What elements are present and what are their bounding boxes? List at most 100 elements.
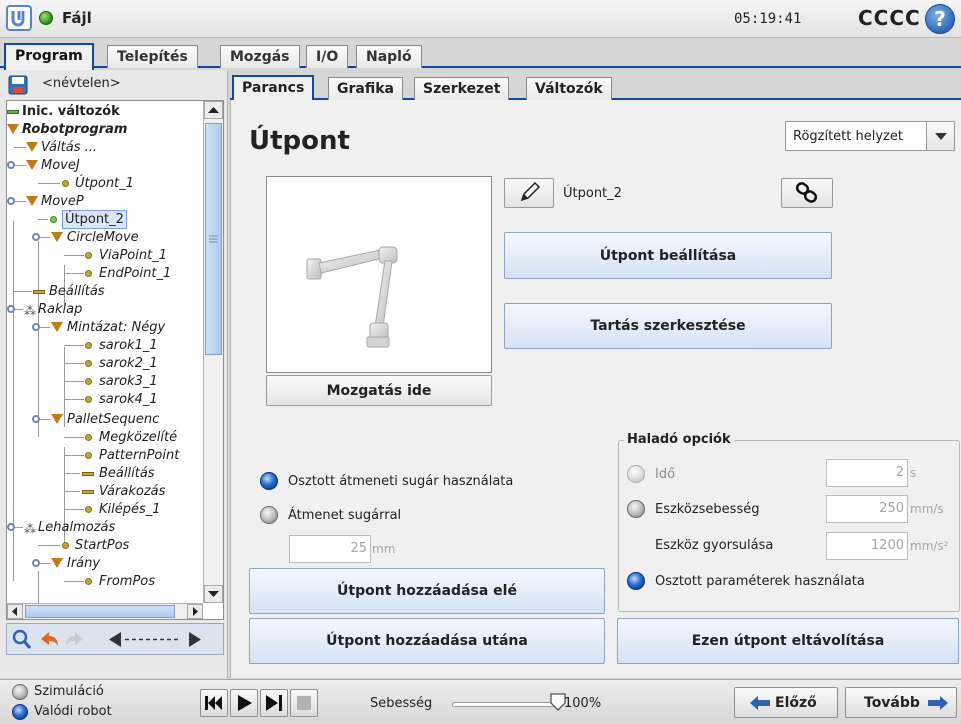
previous-button[interactable]: Előző (734, 687, 838, 718)
tree-item-set[interactable]: Beállítás (7, 283, 197, 301)
tree-item-switch[interactable]: Váltás ... (7, 139, 197, 157)
tree-item-wait[interactable]: Várakozás (7, 483, 197, 501)
tree-item-pallet-sequence[interactable]: PalletSequenc (7, 411, 197, 429)
move-pin-icon (7, 161, 15, 169)
blend-radius-input[interactable]: 25 (289, 535, 371, 563)
program-tree[interactable]: Inic. változók Robotprogram Váltás ... M… (6, 100, 224, 620)
waypoint-icon (85, 342, 92, 349)
tool-accel-input[interactable]: 1200 (826, 532, 908, 560)
rename-button[interactable] (504, 178, 554, 208)
move-here-button[interactable]: Mozgatás ide (266, 375, 492, 406)
scroll-left-icon[interactable] (7, 604, 23, 619)
set-waypoint-button[interactable]: Útpont beállítása (504, 232, 832, 279)
speed-slider[interactable] (452, 702, 558, 707)
scroll-thumb[interactable] (25, 605, 175, 618)
tree-item-exit[interactable]: Kilépés_1 (7, 501, 197, 519)
scroll-right-icon[interactable] (187, 604, 203, 619)
tree-item-set-2[interactable]: Beállítás (7, 465, 197, 483)
tab-structure[interactable]: Szerkezet (414, 77, 510, 100)
scroll-up-icon[interactable] (204, 101, 223, 119)
real-robot-radio[interactable] (12, 704, 28, 720)
pencil-icon (520, 181, 541, 202)
undo-icon[interactable] (37, 627, 61, 652)
play-button[interactable] (230, 689, 258, 717)
time-label: Idő (655, 467, 676, 482)
scroll-down-icon[interactable] (204, 585, 223, 603)
position-type-value: Rögzített helyzet (793, 129, 903, 144)
set-icon (82, 472, 94, 476)
time-radio[interactable] (627, 465, 645, 483)
tree-item-corner-1[interactable]: sarok1_1 (7, 337, 197, 355)
tree-item-endpoint-1[interactable]: EndPoint_1 (7, 265, 197, 283)
search-icon[interactable] (11, 627, 33, 652)
scroll-thumb[interactable] (205, 123, 222, 355)
chevron-down-icon[interactable] (926, 122, 954, 150)
folder-triangle-icon (51, 558, 63, 568)
link-button[interactable] (781, 178, 833, 208)
remove-waypoint-button[interactable]: Ezen útpont eltávolítása (617, 618, 959, 664)
tree-item-corner-2[interactable]: sarok2_1 (7, 355, 197, 373)
tree-item-approach[interactable]: Megközelíté (7, 429, 197, 447)
step-icon (266, 695, 282, 711)
stop-button[interactable] (290, 689, 318, 717)
tree-item-robot-program[interactable]: Robotprogram (7, 121, 197, 139)
add-before-button[interactable]: Útpont hozzáadása elé (249, 568, 605, 614)
blend-radius-unit: mm (372, 542, 396, 556)
edit-hold-button[interactable]: Tartás szerkesztése (504, 303, 832, 349)
tree-item-start-pos[interactable]: StartPos (7, 537, 197, 555)
tab-command[interactable]: Parancs (232, 75, 315, 102)
tree-item-init-variables[interactable]: Inic. változók (7, 103, 197, 121)
waypoint-icon (85, 270, 92, 277)
tree-item-pattern-point[interactable]: PatternPoint (7, 447, 197, 465)
tab-io[interactable]: I/O (306, 45, 349, 68)
tool-speed-radio[interactable] (627, 500, 645, 518)
tree-item-corner-4[interactable]: sarok4_1 (7, 391, 197, 409)
next-button[interactable]: Tovább (845, 687, 957, 718)
tree-horizontal-scrollbar[interactable] (7, 603, 203, 619)
tool-speed-input[interactable]: 250 (826, 495, 908, 523)
tree-item-from-pos[interactable]: FromPos (7, 573, 197, 591)
shared-params-radio[interactable] (627, 572, 645, 590)
variables-icon (7, 110, 19, 114)
tree-item-destack[interactable]: ⁂ Lehalmozás (7, 519, 197, 537)
redo-icon[interactable] (63, 627, 87, 652)
tab-installation[interactable]: Telepítés (107, 45, 198, 68)
time-input[interactable]: 2 (826, 459, 908, 487)
position-type-select[interactable]: Rögzített helyzet (785, 121, 955, 151)
tab-variables[interactable]: Változók (526, 77, 612, 100)
tree-item-pattern[interactable]: Mintázat: Négy (7, 319, 197, 337)
waypoint-icon (85, 252, 92, 259)
tree-item-waypoint-1[interactable]: Útpont_1 (7, 175, 197, 193)
tree-vertical-scrollbar[interactable] (203, 101, 223, 603)
program-tree-panel: <névtelen> Inic. változók Robotprogram V… (0, 70, 228, 678)
skip-to-start-button[interactable] (200, 689, 228, 717)
move-pin-icon (32, 415, 40, 423)
tree-item-corner-3[interactable]: sarok3_1 (7, 373, 197, 391)
simulation-radio[interactable] (12, 684, 28, 700)
tree-item-movej[interactable]: MoveJ (7, 157, 197, 175)
tab-graphics[interactable]: Grafika (328, 77, 403, 100)
shared-blend-radio[interactable] (260, 472, 278, 490)
folder-triangle-icon (26, 160, 38, 170)
move-pin-icon (7, 305, 15, 313)
tab-move[interactable]: Mozgás (220, 45, 300, 68)
tree-item-direction[interactable]: Irány (7, 555, 197, 573)
tree-item-circlemove[interactable]: CircleMove (7, 229, 197, 247)
folder-triangle-icon (7, 124, 19, 134)
step-button[interactable] (260, 689, 288, 717)
tab-program[interactable]: Program (4, 43, 94, 70)
blend-radius-radio[interactable] (260, 506, 278, 524)
tree-item-movep[interactable]: MoveP (7, 193, 197, 211)
add-after-button[interactable]: Útpont hozzáadása utána (249, 618, 605, 664)
folder-triangle-icon (26, 196, 38, 206)
move-node-arrows-icon[interactable] (107, 627, 203, 652)
title-bar: Fájl 05:19:41 CCCC ? (0, 0, 961, 38)
tree-item-pallet[interactable]: ⁂ Raklap (7, 301, 197, 319)
help-button[interactable]: ? (925, 4, 955, 34)
tab-log[interactable]: Napló (356, 45, 422, 68)
advanced-options-title: Haladó opciók (624, 432, 734, 447)
file-menu[interactable]: Fájl (62, 9, 92, 27)
save-icon[interactable] (8, 75, 28, 95)
tree-item-waypoint-2[interactable]: Útpont_2 (7, 210, 197, 229)
tree-item-viapoint-1[interactable]: ViaPoint_1 (7, 247, 197, 265)
